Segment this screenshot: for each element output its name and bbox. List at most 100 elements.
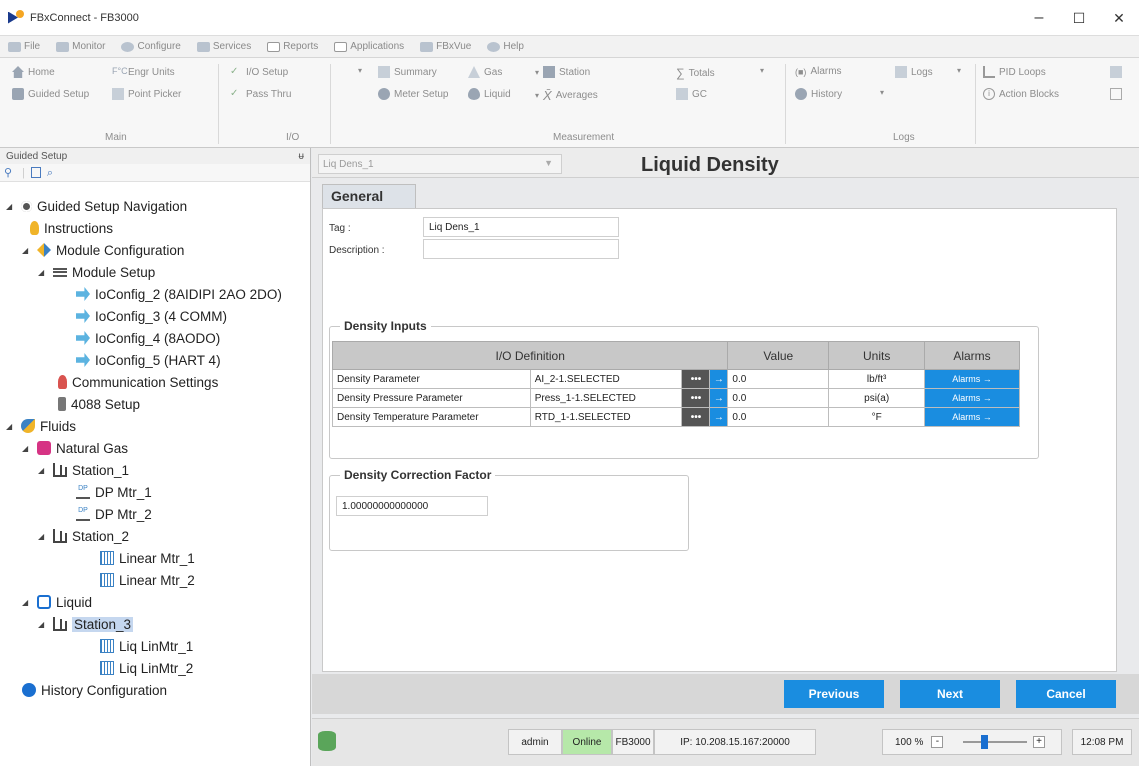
browse-button[interactable]: •••	[681, 388, 711, 408]
tree-item-station-3[interactable]: ◢ Station_3	[38, 614, 134, 634]
tree-item-instructions[interactable]: Instructions	[30, 218, 113, 238]
ribbon-action-blocks[interactable]: i Action Blocks	[983, 88, 1059, 100]
tree-item-communication-settings[interactable]: Communication Settings	[58, 372, 218, 392]
find-icon[interactable]: ⌕	[47, 167, 59, 179]
tab-general[interactable]: General	[322, 184, 416, 208]
correction-factor-field[interactable]: 1.00000000000000	[336, 496, 488, 516]
zoom-in-button[interactable]: +	[1033, 736, 1045, 748]
minimize-button[interactable]: –	[1019, 0, 1059, 36]
ribbon-pid-loops[interactable]: PID Loops	[983, 66, 1046, 78]
object-selector[interactable]: Liq Dens_1 ▼	[318, 154, 562, 174]
browse-button[interactable]: •••	[681, 369, 711, 389]
tag-field[interactable]: Liq Dens_1	[423, 217, 619, 237]
tree-item-ioconfig-3[interactable]: IoConfig_3 (4 COMM)	[76, 306, 227, 326]
io-definition-value[interactable]: Press_1-1.SELECTED	[529, 388, 683, 408]
collapse-icon[interactable]: ◢	[6, 422, 16, 431]
ribbon-more-top[interactable]	[1110, 66, 1122, 78]
ribbon-summary-dropdown[interactable]: ▾	[358, 66, 362, 75]
ribbon-logs[interactable]: Logs	[895, 66, 933, 78]
ribbon-engr-units[interactable]: F°C Engr Units	[112, 66, 175, 78]
tree-item-liq-linmtr-1[interactable]: Liq LinMtr_1	[100, 636, 193, 656]
pin-icon[interactable]: ᵾ	[299, 151, 304, 162]
tree-item-history-configuration[interactable]: History Configuration	[22, 680, 167, 700]
tree-item-station-1[interactable]: ◢ Station_1	[38, 460, 129, 480]
zoom-out-button[interactable]: -	[931, 736, 944, 748]
tree-item-ioconfig-2[interactable]: IoConfig_2 (8AIDIPI 2AO 2DO)	[76, 284, 282, 304]
previous-button[interactable]: Previous	[784, 680, 884, 708]
arrow-right-icon[interactable]: →	[709, 407, 729, 427]
zoom-slider-track[interactable]	[963, 741, 1027, 743]
tree-item-dp-mtr-1[interactable]: DP DP Mtr_1	[76, 482, 152, 502]
menu-file[interactable]: File	[0, 36, 48, 58]
gear-icon	[21, 200, 32, 212]
menu-applications[interactable]: Applications	[326, 36, 412, 58]
menu-services[interactable]: Services	[189, 36, 259, 58]
ribbon-liquid[interactable]: Liquid	[468, 88, 511, 100]
close-button[interactable]: ✕	[1099, 0, 1139, 36]
menu-monitor[interactable]: Monitor	[48, 36, 113, 58]
tree-item-liquid[interactable]: ◢ Liquid	[22, 592, 92, 612]
collapse-icon[interactable]: ◢	[38, 532, 48, 541]
collapse-icon[interactable]: ◢	[22, 598, 32, 607]
tree-item-natural-gas[interactable]: ◢ Natural Gas	[22, 438, 128, 458]
alarms-button[interactable]: Alarms →	[924, 388, 1020, 408]
tree-item-guided-setup-navigation[interactable]: ◢ Guided Setup Navigation	[6, 196, 187, 216]
collapse-icon[interactable]: ◢	[22, 444, 32, 453]
tree-item-fluids[interactable]: ◢ Fluids	[6, 416, 76, 436]
tree-item-ioconfig-5[interactable]: IoConfig_5 (HART 4)	[76, 350, 221, 370]
zoom-slider-thumb[interactable]	[981, 735, 988, 749]
tree-item-4088-setup[interactable]: 4088 Setup	[58, 394, 140, 414]
ribbon-history-dropdown[interactable]: ▾	[880, 88, 884, 97]
menu-fbxvue[interactable]: FBxVue	[412, 36, 479, 58]
tree-item-ioconfig-4[interactable]: IoConfig_4 (8AODO)	[76, 328, 220, 348]
tree-item-station-2[interactable]: ◢ Station_2	[38, 526, 129, 546]
ribbon-meter-setup[interactable]: Meter Setup	[378, 88, 448, 100]
tree-item-dp-mtr-2[interactable]: DP DP Mtr_2	[76, 504, 152, 524]
browse-button[interactable]: •••	[681, 407, 711, 427]
ribbon-alarms[interactable]: (■) Alarms	[795, 66, 842, 77]
arrow-right-icon[interactable]: →	[709, 369, 729, 389]
alarms-button[interactable]: Alarms →	[924, 369, 1020, 389]
arrow-right-icon[interactable]: →	[709, 388, 729, 408]
ribbon-gas[interactable]: Gas	[468, 66, 502, 78]
copy-icon[interactable]	[30, 167, 41, 178]
io-definition-value[interactable]: AI_2-1.SELECTED	[529, 369, 683, 389]
cancel-button[interactable]: Cancel	[1016, 680, 1116, 708]
menu-configure[interactable]: Configure	[113, 36, 188, 58]
tree-item-liq-linmtr-2[interactable]: Liq LinMtr_2	[100, 658, 193, 678]
ribbon-pass-thru[interactable]: ✓ Pass Thru	[230, 88, 291, 100]
collapse-icon[interactable]: ◢	[22, 246, 32, 255]
ribbon-history[interactable]: History	[795, 88, 842, 100]
next-button[interactable]: Next	[900, 680, 1000, 708]
menu-reports[interactable]: Reports	[259, 36, 326, 58]
tree-item-linear-mtr-1[interactable]: Linear Mtr_1	[100, 548, 195, 568]
ribbon-home[interactable]: Home	[12, 66, 55, 78]
ribbon-io-setup[interactable]: ✓ I/O Setup	[230, 66, 288, 78]
ribbon-logs-dropdown[interactable]: ▾	[957, 66, 961, 75]
tree-item-module-configuration[interactable]: ◢ Module Configuration	[22, 240, 184, 260]
ribbon-totals[interactable]: ∑ Totals	[676, 66, 715, 80]
ribbon-totals-dropdown[interactable]: ▾	[760, 66, 764, 75]
menu-help[interactable]: Help	[479, 36, 532, 58]
maximize-button[interactable]: ☐	[1059, 0, 1099, 36]
collapse-icon[interactable]: ◢	[6, 202, 16, 211]
dropdown-icon: ▾	[535, 91, 540, 100]
search-icon[interactable]: ⚲	[4, 167, 16, 179]
ribbon-averages[interactable]: ▾ X̄ Averages	[535, 88, 598, 103]
linear-meter-icon	[100, 551, 114, 565]
collapse-icon[interactable]: ◢	[38, 268, 48, 277]
collapse-icon[interactable]: ◢	[38, 620, 48, 629]
ribbon-point-picker[interactable]: Point Picker	[112, 88, 181, 100]
ribbon-more-bottom[interactable]	[1110, 88, 1122, 100]
ribbon-summary[interactable]: Summary	[378, 66, 437, 78]
collapse-icon[interactable]: ◢	[38, 466, 48, 475]
ribbon-guided-setup[interactable]: Guided Setup	[12, 88, 89, 100]
tree-item-module-setup[interactable]: ◢ Module Setup	[38, 262, 155, 282]
alarms-button[interactable]: Alarms →	[924, 407, 1020, 427]
ribbon-station[interactable]: ▾ Station	[535, 66, 590, 78]
tree-item-linear-mtr-2[interactable]: Linear Mtr_2	[100, 570, 195, 590]
io-definition-value[interactable]: RTD_1-1.SELECTED	[529, 407, 683, 427]
ribbon-gc[interactable]: GC	[676, 88, 707, 100]
description-field[interactable]	[423, 239, 619, 259]
parameter-name: Density Pressure Parameter	[332, 388, 531, 408]
